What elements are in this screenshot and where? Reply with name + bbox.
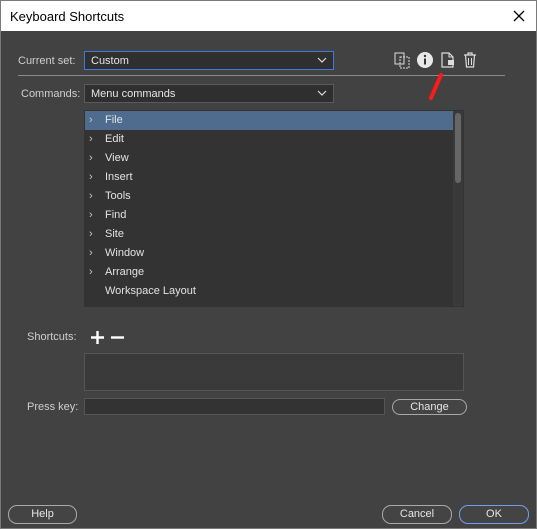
- chevron-right-icon[interactable]: ›: [89, 149, 93, 168]
- chevron-right-icon[interactable]: ›: [89, 130, 93, 149]
- commands-dropdown[interactable]: Menu commands: [84, 84, 334, 103]
- command-tree-item[interactable]: › Window: [85, 244, 463, 263]
- close-button[interactable]: [502, 1, 536, 31]
- plus-icon: [90, 330, 104, 344]
- command-tree-item[interactable]: › File: [85, 111, 463, 130]
- command-tree-item-label: Site: [105, 228, 124, 240]
- command-tree-item[interactable]: Workspace Layout: [85, 282, 463, 301]
- trash-icon: [464, 52, 476, 68]
- close-icon: [513, 10, 525, 22]
- command-tree-item-label: Insert: [105, 171, 133, 183]
- add-shortcut-button[interactable]: [90, 330, 104, 344]
- chevron-right-icon[interactable]: ›: [89, 168, 93, 187]
- current-set-dropdown[interactable]: Custom: [84, 51, 334, 70]
- press-key-input[interactable]: [84, 398, 385, 415]
- export-set-button[interactable]: [439, 51, 457, 69]
- info-button[interactable]: [416, 51, 434, 69]
- command-tree-item[interactable]: › Find: [85, 206, 463, 225]
- ok-button[interactable]: OK: [459, 505, 529, 524]
- command-tree-item-label: File: [105, 114, 123, 126]
- cancel-button[interactable]: Cancel: [382, 505, 452, 524]
- command-tree[interactable]: › File › Edit › View › Insert › Tools › Find › Site › W…: [84, 110, 464, 307]
- commands-label: Commands:: [21, 88, 81, 100]
- command-tree-item-label: Tools: [105, 190, 131, 202]
- export-set-icon: [441, 52, 454, 68]
- chevron-right-icon[interactable]: ›: [89, 244, 93, 263]
- command-tree-item-label: Workspace Layout: [105, 285, 196, 297]
- delete-set-button[interactable]: [461, 51, 479, 69]
- chevron-right-icon[interactable]: ›: [89, 225, 93, 244]
- chevron-right-icon[interactable]: ›: [89, 187, 93, 206]
- info-icon: [417, 52, 433, 68]
- duplicate-set-button[interactable]: [393, 51, 411, 69]
- chevron-right-icon[interactable]: ›: [89, 111, 93, 130]
- change-button[interactable]: Change: [392, 399, 467, 415]
- chevron-down-icon: [317, 90, 327, 96]
- command-tree-item[interactable]: › Arrange: [85, 263, 463, 282]
- scrollbar-thumb[interactable]: [455, 113, 461, 183]
- current-set-value: Custom: [91, 55, 129, 67]
- command-tree-item[interactable]: › Site: [85, 225, 463, 244]
- scrollbar[interactable]: [453, 111, 463, 306]
- command-tree-item-label: Edit: [105, 133, 124, 145]
- command-tree-item[interactable]: › View: [85, 149, 463, 168]
- command-tree-item-label: Arrange: [105, 266, 145, 278]
- title-bar: Keyboard Shortcuts: [0, 0, 537, 31]
- chevron-right-icon[interactable]: ›: [89, 263, 93, 282]
- command-tree-item[interactable]: › Insert: [85, 168, 463, 187]
- shortcuts-label: Shortcuts:: [27, 331, 77, 343]
- help-button[interactable]: Help: [8, 505, 77, 524]
- press-key-label: Press key:: [27, 401, 79, 413]
- commands-value: Menu commands: [91, 88, 176, 100]
- command-tree-item-label: Find: [105, 209, 127, 221]
- minus-icon: [110, 335, 124, 339]
- command-tree-item[interactable]: › Edit: [85, 130, 463, 149]
- remove-shortcut-button[interactable]: [110, 330, 124, 344]
- command-tree-item-label: View: [105, 152, 129, 164]
- duplicate-set-icon: [394, 52, 410, 69]
- annotation-arrow-icon: [429, 73, 443, 100]
- current-set-label: Current set:: [18, 55, 76, 67]
- chevron-right-icon[interactable]: ›: [89, 206, 93, 225]
- window-title: Keyboard Shortcuts: [10, 9, 125, 24]
- command-tree-item[interactable]: › Tools: [85, 187, 463, 206]
- shortcuts-list[interactable]: [84, 353, 464, 391]
- chevron-down-icon: [317, 57, 327, 63]
- command-tree-item-label: Window: [105, 247, 145, 259]
